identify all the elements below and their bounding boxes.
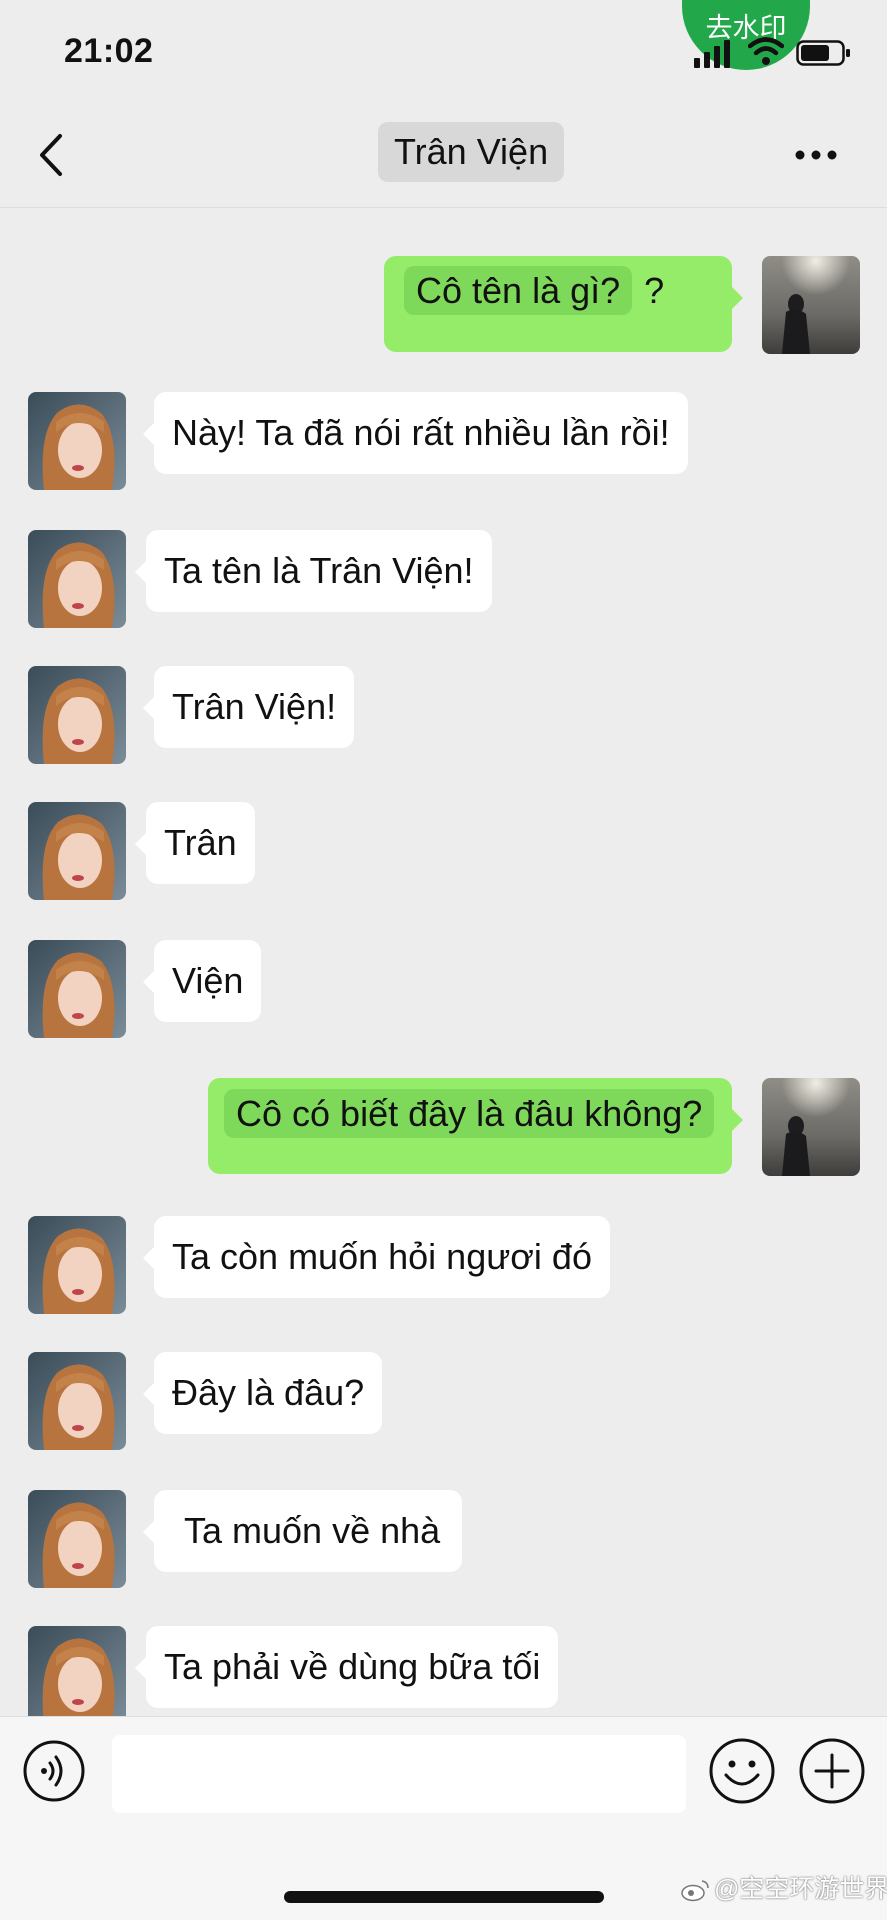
input-bar: @空空环游世界 (0, 1716, 887, 1920)
message-text: Đây là đâu? (172, 1372, 365, 1413)
message-text: Trân Viện! (172, 686, 337, 727)
message-text: Ta phải về dùng bữa tối (164, 1646, 541, 1687)
contact-avatar[interactable] (28, 666, 126, 764)
contact-avatar[interactable] (28, 940, 126, 1038)
message-bubble-incoming[interactable]: Trân Viện! (142, 666, 355, 748)
message-bubble-outgoing[interactable]: Cô có biết đây là đâu không? (208, 1078, 743, 1174)
voice-icon[interactable] (22, 1739, 86, 1803)
wifi-icon (748, 37, 784, 65)
chat-title: Trân Viện (378, 122, 565, 182)
message-text: Ta muốn về nhà (184, 1510, 441, 1551)
plus-circle-icon[interactable] (798, 1737, 866, 1805)
contact-avatar[interactable] (28, 802, 126, 900)
emoji-icon[interactable] (708, 1737, 776, 1805)
weibo-icon (681, 1880, 709, 1902)
message-bubble-incoming[interactable]: Ta còn muốn hỏi ngươi đó (143, 1216, 610, 1298)
contact-avatar[interactable] (28, 1626, 126, 1724)
contact-avatar[interactable] (28, 392, 126, 490)
signal-icon (694, 40, 730, 68)
my-avatar[interactable] (762, 1078, 860, 1176)
chat-header: Trân Viện (0, 100, 887, 208)
weibo-credit-text: @空空环游世界 (714, 1875, 887, 1903)
message-text: Ta còn muốn hỏi ngươi đó (172, 1236, 592, 1277)
more-dots-icon[interactable] (792, 140, 840, 170)
home-indicator[interactable] (284, 1891, 604, 1903)
message-bubble-incoming[interactable]: Ta muốn về nhà (142, 1490, 463, 1572)
message-text: Viện (172, 960, 244, 1001)
battery-icon (796, 40, 850, 66)
message-input[interactable] (112, 1735, 686, 1813)
message-bubble-incoming[interactable]: Trân (135, 802, 255, 884)
message-bubble-incoming[interactable]: Viện (142, 940, 262, 1022)
message-text: Này! Ta đã nói rất nhiều lần rồi! (172, 412, 670, 453)
message-text-suffix: ? (644, 270, 665, 311)
status-time: 21:02 (64, 32, 154, 70)
message-bubble-outgoing[interactable]: Cô tên là gì?? (384, 256, 743, 352)
message-bubble-incoming[interactable]: Này! Ta đã nói rất nhiều lần rồi! (143, 392, 688, 474)
weibo-credit: @空空环游世界 (680, 1869, 887, 1905)
contact-avatar[interactable] (28, 1216, 126, 1314)
contact-avatar[interactable] (28, 530, 126, 628)
message-text: Trân (164, 822, 237, 863)
chevron-left-icon[interactable] (34, 130, 70, 180)
contact-avatar[interactable] (28, 1490, 126, 1588)
message-text: Cô có biết đây là đâu không? (224, 1089, 715, 1138)
message-bubble-incoming[interactable]: Đây là đâu? (142, 1352, 383, 1434)
status-bar: 21:02 去水印 (0, 0, 887, 100)
my-avatar[interactable] (762, 256, 860, 354)
message-text: Ta tên là Trân Viện! (164, 550, 474, 591)
message-bubble-incoming[interactable]: Ta phải về dùng bữa tối (134, 1626, 559, 1708)
message-bubble-incoming[interactable]: Ta tên là Trân Viện! (135, 530, 492, 612)
message-text: Cô tên là gì? (404, 266, 633, 315)
contact-avatar[interactable] (28, 1352, 126, 1450)
